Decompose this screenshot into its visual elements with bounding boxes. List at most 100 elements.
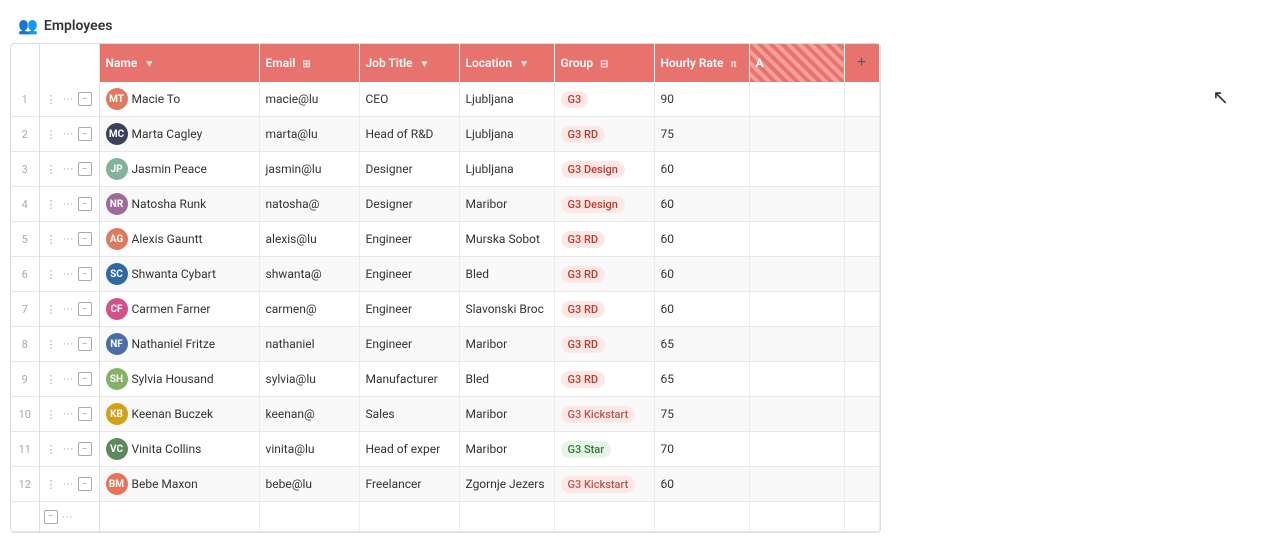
- group-badge-8: G3 RD: [561, 336, 606, 353]
- drag-handle[interactable]: ⋮: [44, 337, 59, 352]
- add-column-button[interactable]: +: [851, 52, 872, 74]
- cell-name-9: SH Sylvia Housand: [99, 362, 259, 397]
- cell-a-7: [749, 292, 844, 327]
- cell-location-3: Ljubljana: [459, 152, 554, 187]
- row-options[interactable]: ···: [61, 442, 76, 456]
- group-badge-10: G3 Kickstart: [561, 406, 636, 423]
- row-num-2: 2: [11, 117, 39, 152]
- cell-name-7: CF Carmen Farner: [99, 292, 259, 327]
- row-options[interactable]: ···: [61, 162, 76, 176]
- row-num-10: 10: [11, 397, 39, 432]
- group-badge-2: G3 RD: [561, 126, 606, 143]
- cell-name-6: SC Shwanta Cybart: [99, 257, 259, 292]
- col-header-hourlyrate[interactable]: Hourly Rate π: [654, 44, 749, 82]
- row-options[interactable]: ···: [61, 302, 76, 316]
- row-options[interactable]: ···: [61, 477, 76, 491]
- cell-location-10: Maribor: [459, 397, 554, 432]
- drag-handle[interactable]: ⋮: [44, 92, 59, 107]
- cell-email-9: sylvia@lu: [259, 362, 359, 397]
- drag-handle[interactable]: ⋮: [44, 267, 59, 282]
- expand-row[interactable]: −: [78, 267, 92, 281]
- expand-row[interactable]: −: [78, 477, 92, 491]
- expand-row[interactable]: −: [78, 162, 92, 176]
- cell-empty-8: [844, 327, 879, 362]
- cell-email-4: natosha@: [259, 187, 359, 222]
- cell-empty-3: [844, 152, 879, 187]
- empty-hourlyrate: [654, 502, 749, 532]
- name-text-12: Bebe Maxon: [132, 477, 198, 491]
- expand-row[interactable]: −: [78, 197, 92, 211]
- cell-empty-10: [844, 397, 879, 432]
- col-header-location[interactable]: Location ▼: [459, 44, 554, 82]
- cell-group-11: G3 Star: [554, 432, 654, 467]
- row-options[interactable]: ···: [61, 197, 76, 211]
- page-title: Employees: [44, 18, 113, 34]
- table-row: 1 ⋮ ··· − MT Macie To macie@lu CEO Ljubl…: [11, 82, 879, 117]
- col-header-email[interactable]: Email ⊞: [259, 44, 359, 82]
- cell-group-7: G3 RD: [554, 292, 654, 327]
- cell-a-5: [749, 222, 844, 257]
- cell-hourlyrate-2: 75: [654, 117, 749, 152]
- employees-table-wrapper: Name ▼ Email ⊞ Job Title ▼ Location ▼ Gr…: [10, 43, 881, 533]
- row-options[interactable]: ···: [61, 92, 76, 106]
- drag-handle[interactable]: ⋮: [44, 232, 59, 247]
- group-badge-4: G3 Design: [561, 196, 625, 213]
- expand-row[interactable]: −: [78, 92, 92, 106]
- cell-hourlyrate-4: 60: [654, 187, 749, 222]
- table-row: 2 ⋮ ··· − MC Marta Cagley marta@lu Head …: [11, 117, 879, 152]
- cell-email-12: bebe@lu: [259, 467, 359, 502]
- expand-row[interactable]: −: [78, 232, 92, 246]
- col-header-name[interactable]: Name ▼: [99, 44, 259, 82]
- drag-handle[interactable]: ⋮: [44, 197, 59, 212]
- drag-handle[interactable]: ⋮: [44, 372, 59, 387]
- empty-options[interactable]: ···: [60, 510, 75, 524]
- drag-handle[interactable]: ⋮: [44, 477, 59, 492]
- expand-row[interactable]: −: [78, 127, 92, 141]
- row-options[interactable]: ···: [61, 232, 76, 246]
- avatar-11: VC: [106, 438, 128, 460]
- row-options[interactable]: ···: [61, 407, 76, 421]
- cell-jobtitle-6: Engineer: [359, 257, 459, 292]
- name-text-9: Sylvia Housand: [132, 372, 214, 386]
- cell-a-1: [749, 82, 844, 117]
- expand-row[interactable]: −: [78, 337, 92, 351]
- group-badge-7: G3 RD: [561, 301, 606, 318]
- employees-icon: 👥: [18, 16, 38, 35]
- expand-row[interactable]: −: [78, 442, 92, 456]
- avatar-7: CF: [106, 298, 128, 320]
- expand-empty[interactable]: −: [44, 510, 58, 524]
- cell-empty-9: [844, 362, 879, 397]
- cell-location-7: Slavonski Broc: [459, 292, 554, 327]
- cell-a-12: [749, 467, 844, 502]
- row-num-4: 4: [11, 187, 39, 222]
- row-num-11: 11: [11, 432, 39, 467]
- drag-handle[interactable]: ⋮: [44, 162, 59, 177]
- drag-handle[interactable]: ⋮: [44, 407, 59, 422]
- col-header-add[interactable]: +: [844, 44, 879, 82]
- expand-row[interactable]: −: [78, 407, 92, 421]
- cell-group-4: G3 Design: [554, 187, 654, 222]
- col-header-group[interactable]: Group ⊟: [554, 44, 654, 82]
- row-options[interactable]: ···: [61, 372, 76, 386]
- col-header-jobtitle[interactable]: Job Title ▼: [359, 44, 459, 82]
- table-row: 6 ⋮ ··· − SC Shwanta Cybart shwanta@ Eng…: [11, 257, 879, 292]
- avatar-5: AG: [106, 228, 128, 250]
- cell-jobtitle-11: Head of exper: [359, 432, 459, 467]
- expand-row[interactable]: −: [78, 372, 92, 386]
- table-header-row: Name ▼ Email ⊞ Job Title ▼ Location ▼ Gr…: [11, 44, 879, 82]
- row-options[interactable]: ···: [61, 337, 76, 351]
- drag-handle[interactable]: ⋮: [44, 442, 59, 457]
- cell-hourlyrate-8: 65: [654, 327, 749, 362]
- cell-group-1: G3: [554, 82, 654, 117]
- cell-email-3: jasmin@lu: [259, 152, 359, 187]
- avatar-9: SH: [106, 368, 128, 390]
- row-options[interactable]: ···: [61, 267, 76, 281]
- expand-row[interactable]: −: [78, 302, 92, 316]
- row-options[interactable]: ···: [61, 127, 76, 141]
- drag-handle[interactable]: ⋮: [44, 302, 59, 317]
- drag-handle[interactable]: ⋮: [44, 127, 59, 142]
- cell-email-11: vinita@lu: [259, 432, 359, 467]
- name-text-3: Jasmin Peace: [132, 162, 207, 176]
- col-header-a[interactable]: A: [749, 44, 844, 82]
- empty-location: [459, 502, 554, 532]
